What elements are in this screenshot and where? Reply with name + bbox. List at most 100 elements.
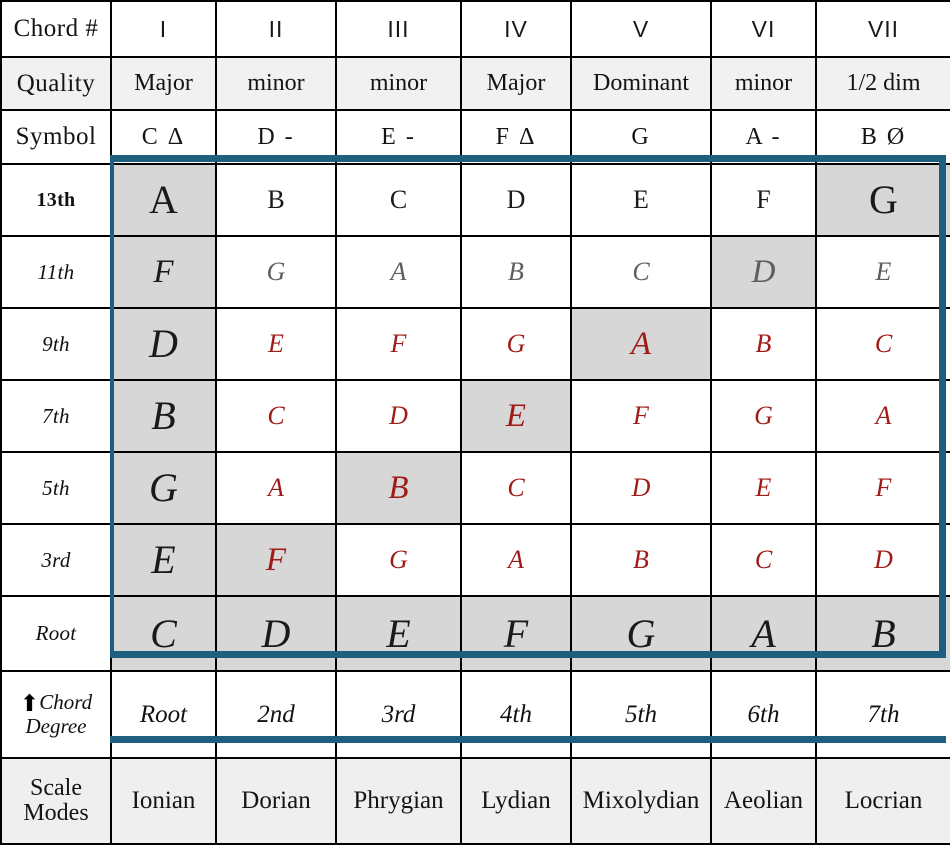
- cell-11th-IV: B: [460, 235, 572, 309]
- note-value: G: [626, 610, 656, 656]
- note-value: C: [874, 329, 893, 358]
- cell-chord-number-V: V: [570, 0, 712, 58]
- table-row-chord-degree: ⬆Chord Degree Root 2nd 3rd 4th 5th 6th 7…: [0, 670, 950, 759]
- cell-11th-III: A: [335, 235, 462, 309]
- chord-number-value: I: [159, 15, 168, 42]
- cell-root-VI: A: [710, 595, 817, 672]
- cell-chord-number-II: II: [215, 0, 337, 58]
- cell-7th-III: D: [335, 379, 462, 453]
- cell-mode-I: Ionian: [110, 757, 217, 845]
- chord-degree-label-line2: Degree: [25, 713, 87, 738]
- note-value: G: [506, 329, 526, 358]
- cell-symbol-I: C Δ: [110, 109, 217, 165]
- cell-symbol-V: G: [570, 109, 712, 165]
- note-value: F: [390, 329, 407, 358]
- row-label-quality: Quality: [0, 56, 112, 111]
- note-value: A: [630, 325, 652, 362]
- row-label-9th: 9th: [0, 307, 112, 381]
- note-value: D: [874, 545, 893, 574]
- degree-value: 7th: [867, 700, 900, 728]
- cell-degree-IV: 4th: [460, 670, 572, 759]
- table-row-5th: 5th G A B C D E F: [0, 451, 950, 525]
- row-label-chord-degree: ⬆Chord Degree: [0, 670, 112, 759]
- cell-root-III: E: [335, 595, 462, 672]
- cell-quality-III: minor: [335, 56, 462, 111]
- cell-chord-number-I: I: [110, 0, 217, 58]
- note-value: G: [754, 401, 773, 430]
- cell-mode-III: Phrygian: [335, 757, 462, 845]
- note-value: E: [151, 537, 176, 582]
- row-label-root: Root: [0, 595, 112, 672]
- cell-degree-VI: 6th: [710, 670, 817, 759]
- cell-symbol-IV: F Δ: [460, 109, 572, 165]
- cell-root-V: G: [570, 595, 712, 672]
- note-value: B: [267, 185, 285, 214]
- cell-mode-IV: Lydian: [460, 757, 572, 845]
- cell-5th-I: G: [110, 451, 217, 525]
- note-value: B: [508, 257, 524, 286]
- note-value: F: [633, 401, 649, 430]
- symbol-value: F Δ: [495, 123, 537, 150]
- cell-7th-VII: A: [815, 379, 950, 453]
- chord-number-value: VII: [867, 15, 900, 42]
- cell-mode-V: Mixolydian: [570, 757, 712, 845]
- scale-modes-label-line1: Scale: [30, 774, 82, 801]
- note-value: F: [503, 610, 529, 656]
- cell-3rd-I: E: [110, 523, 217, 597]
- symbol-value: G: [631, 123, 651, 150]
- degree-value: Root: [139, 700, 188, 728]
- row-label-13th: 13th: [0, 163, 112, 237]
- symbol-value: E -: [381, 123, 416, 150]
- cell-9th-III: F: [335, 307, 462, 381]
- note-value: C: [389, 185, 408, 214]
- cell-symbol-II: D -: [215, 109, 337, 165]
- row-label-chord-number: Chord #: [0, 0, 112, 58]
- cell-degree-II: 2nd: [215, 670, 337, 759]
- cell-11th-I: F: [110, 235, 217, 309]
- note-value: E: [386, 610, 411, 656]
- table-row-3rd: 3rd E F G A B C D: [0, 523, 950, 597]
- cell-root-VII: B: [815, 595, 950, 672]
- note-value: B: [151, 393, 176, 438]
- symbol-value: B Ø: [860, 123, 907, 150]
- cell-9th-V: A: [570, 307, 712, 381]
- note-value: D: [631, 473, 651, 502]
- cell-quality-VI: minor: [710, 56, 817, 111]
- symbol-value: A -: [745, 123, 782, 150]
- cell-5th-IV: C: [460, 451, 572, 525]
- cell-quality-VII: 1/2 dim: [815, 56, 950, 111]
- degree-value: 2nd: [257, 700, 295, 728]
- cell-5th-VI: E: [710, 451, 817, 525]
- cell-11th-VI: D: [710, 235, 817, 309]
- cell-7th-V: F: [570, 379, 712, 453]
- table-row-quality: Quality Major minor minor Major Dominant…: [0, 56, 950, 111]
- quality-value: Major: [486, 70, 546, 96]
- cell-11th-V: C: [570, 235, 712, 309]
- cell-root-IV: F: [460, 595, 572, 672]
- cell-mode-II: Dorian: [215, 757, 337, 845]
- note-value: A: [149, 177, 178, 222]
- note-value: D: [751, 253, 776, 290]
- cell-9th-II: E: [215, 307, 337, 381]
- cell-symbol-III: E -: [335, 109, 462, 165]
- note-value: G: [266, 257, 286, 286]
- cell-13th-V: E: [570, 163, 712, 237]
- mode-value: Phrygian: [353, 787, 444, 814]
- row-label-5th: 5th: [0, 451, 112, 525]
- note-value: A: [875, 401, 892, 430]
- note-value: F: [756, 185, 771, 214]
- quality-value: Major: [134, 70, 193, 96]
- quality-value: minor: [247, 70, 305, 96]
- note-value: G: [389, 545, 408, 574]
- note-value: F: [153, 253, 174, 290]
- cell-11th-II: G: [215, 235, 337, 309]
- degree-value: 4th: [500, 700, 532, 728]
- quality-value: 1/2 dim: [846, 70, 921, 96]
- table-row-9th: 9th D E F G A B C: [0, 307, 950, 381]
- quality-value: minor: [369, 70, 428, 96]
- cell-chord-number-III: III: [335, 0, 462, 58]
- note-value: D: [389, 401, 408, 430]
- table-row-symbol: Symbol C Δ D - E - F Δ G A - B Ø: [0, 109, 950, 165]
- cell-degree-III: 3rd: [335, 670, 462, 759]
- mode-value: Aeolian: [723, 787, 804, 814]
